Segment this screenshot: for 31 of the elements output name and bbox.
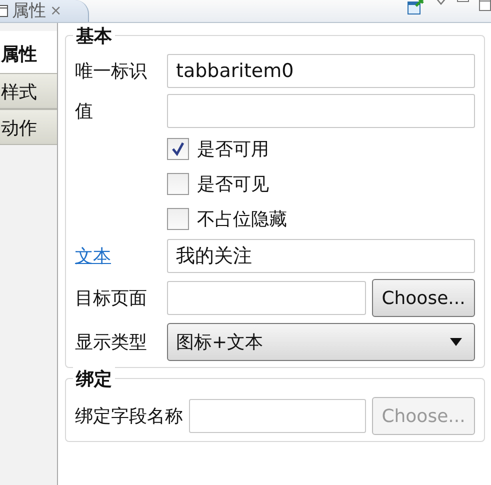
text-field[interactable]: tabbaritem0: [167, 54, 475, 88]
view-tab[interactable]: 属性 ×: [0, 0, 89, 22]
choose-button[interactable]: Choose...: [372, 279, 475, 317]
text-field[interactable]: [189, 399, 366, 433]
field-label: 目标页面: [75, 287, 148, 310]
checkbox-label: 是否可用: [197, 138, 269, 160]
field-label: 显示类型: [75, 331, 148, 354]
field-label: 唯一标识: [75, 60, 148, 83]
checkbox[interactable]: [167, 208, 189, 230]
tab-label: 属性: [12, 1, 46, 21]
pin-icon[interactable]: [407, 0, 425, 15]
field-label: 绑定字段名称: [75, 405, 183, 428]
checkmark-icon: [170, 140, 186, 156]
group-title: 绑定: [73, 367, 115, 391]
checkbox[interactable]: [167, 172, 189, 194]
text-field[interactable]: 我的关注: [167, 239, 475, 273]
maximize-icon[interactable]: [479, 0, 491, 11]
checkbox[interactable]: [167, 138, 189, 160]
side-tab[interactable]: 属性: [0, 31, 57, 73]
side-tab[interactable]: 样式: [0, 73, 57, 109]
text-field[interactable]: [167, 94, 475, 128]
checkbox-label: 不占位隐藏: [197, 208, 287, 230]
field-label: 值: [75, 100, 94, 123]
caret-icon: [450, 338, 462, 346]
text-field[interactable]: [167, 281, 366, 315]
window-icon: [0, 5, 8, 17]
text-link[interactable]: 文本: [75, 244, 161, 268]
dropdown[interactable]: 图标+文本: [167, 323, 475, 361]
checkbox-label: 是否可见: [197, 172, 269, 196]
side-tab[interactable]: 动作: [0, 109, 57, 145]
close-icon[interactable]: ×: [50, 3, 62, 19]
